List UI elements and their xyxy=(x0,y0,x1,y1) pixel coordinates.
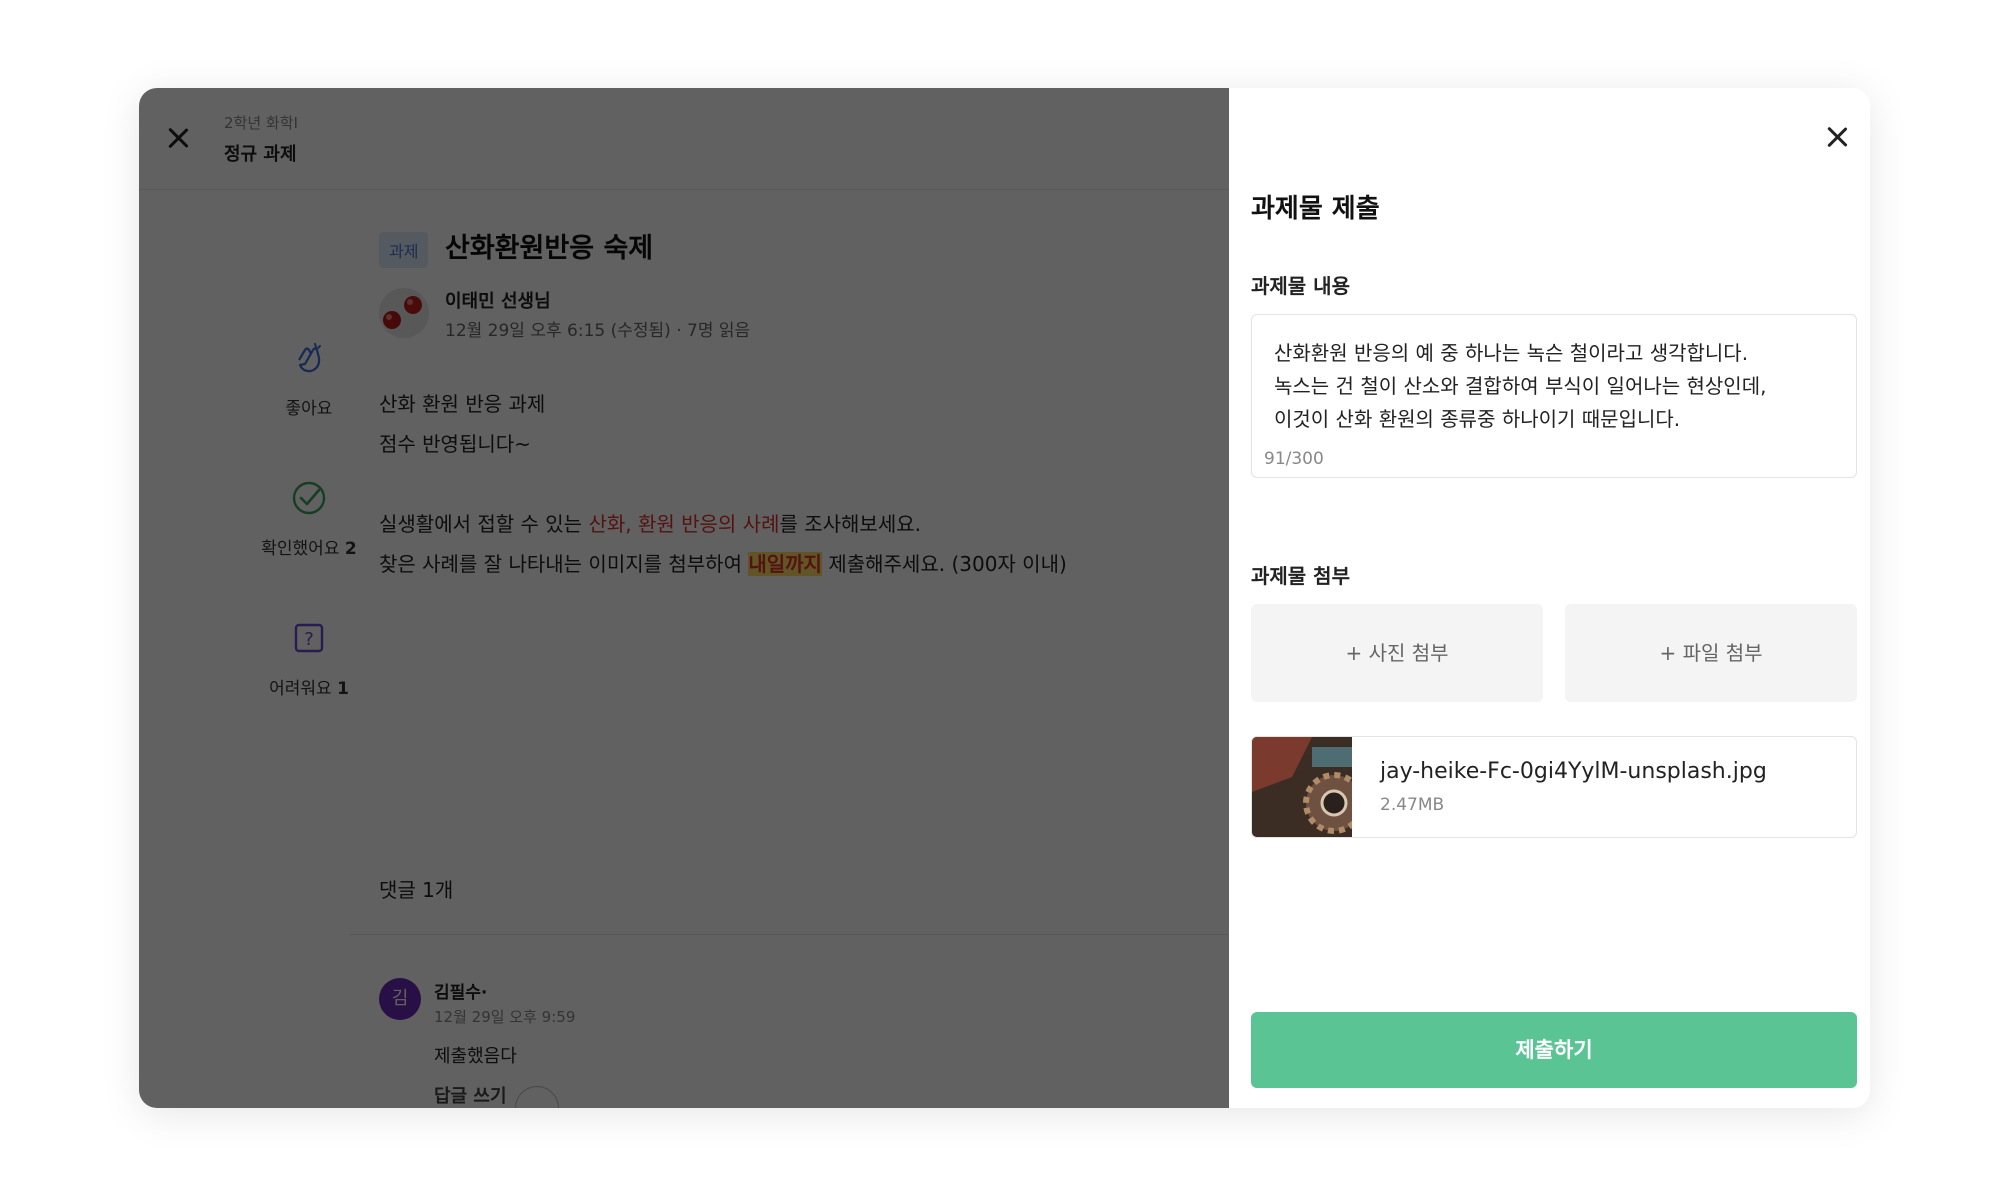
difficult-reaction[interactable]: ? 어려워요 1 xyxy=(219,618,399,699)
post-meta: 12월 29일 오후 6:15 (수정됨) · 7명 읽음 xyxy=(445,321,751,341)
top-bar: 2학년 화학I 정규 과제 xyxy=(139,88,1229,190)
emphasis-text: 산화, 환원 반응의 사례 xyxy=(588,512,780,536)
gear-icon xyxy=(1252,737,1352,837)
clap-hands-icon xyxy=(298,343,321,373)
molecule-icon xyxy=(379,288,429,338)
question-box-icon: ? xyxy=(294,623,324,653)
comment-time: 12월 29일 오후 9:59 xyxy=(434,1008,576,1026)
confirm-label: 확인했어요 xyxy=(261,539,340,559)
confirm-reaction[interactable]: 확인했어요 2 xyxy=(219,478,399,559)
post-title: 산화환원반응 숙제 xyxy=(445,233,654,264)
file-thumbnail xyxy=(1252,737,1352,837)
file-name: jay-heike-Fc-0gi4YylM-unsplash.jpg xyxy=(1380,759,1767,784)
avatar: 김 xyxy=(379,978,421,1020)
teacher-avatar xyxy=(379,288,429,338)
author-name: 이태민 선생님 xyxy=(445,291,551,312)
add-photo-button[interactable]: + 사진 첨부 xyxy=(1251,604,1543,702)
difficult-label: 어려워요 xyxy=(269,679,332,699)
attach-label: 과제물 첨부 xyxy=(1251,564,1350,588)
emoji-reaction-icon[interactable] xyxy=(515,1086,559,1108)
file-size: 2.47MB xyxy=(1380,795,1445,815)
submit-button[interactable]: 제출하기 xyxy=(1251,1012,1857,1088)
modal-overlay xyxy=(139,88,1229,1108)
body-line: 점수 반영됩니다~ xyxy=(379,432,531,456)
svg-text:?: ? xyxy=(304,629,314,650)
post-body: 산화 환원 반응 과제 점수 반영됩니다~ 실생활에서 접할 수 있는 산화, … xyxy=(379,384,1067,584)
reply-button[interactable]: 답글 쓰기 xyxy=(434,1082,507,1108)
body-line: 실생활에서 접할 수 있는 산화, 환원 반응의 사례를 조사해보세요. xyxy=(379,512,921,536)
highlight-text: 내일까지 xyxy=(748,552,822,576)
difficult-count: 1 xyxy=(337,679,349,699)
attached-file[interactable]: jay-heike-Fc-0gi4YylM-unsplash.jpg 2.47M… xyxy=(1251,736,1857,838)
page-title: 정규 과제 xyxy=(224,144,297,165)
commenter-name: 김필수· xyxy=(434,983,488,1003)
comments-count: 댓글 1개 xyxy=(379,878,454,902)
panel-title: 과제물 제출 xyxy=(1251,194,1380,224)
confirm-count: 2 xyxy=(344,539,357,559)
content-textarea[interactable]: 산화환원 반응의 예 중 하나는 녹슨 철이라고 생각합니다. 녹스는 건 철이… xyxy=(1251,314,1857,478)
class-name: 2학년 화학I xyxy=(224,114,298,132)
assignment-window: 2학년 화학I 정규 과제 좋아요 확인했어요 2 ? 어려워요 1 과제 산화… xyxy=(139,88,1870,1108)
assignment-tag: 과제 xyxy=(379,232,429,268)
close-icon[interactable] xyxy=(1824,124,1850,150)
char-count: 91/300 xyxy=(1264,449,1324,469)
submission-panel: 과제물 제출 과제물 내용 산화환원 반응의 예 중 하나는 녹슨 철이라고 생… xyxy=(1229,88,1870,1108)
like-label: 좋아요 xyxy=(285,399,333,419)
comment-text: 제출했음다 xyxy=(434,1046,517,1067)
body-line: 찾은 사례를 잘 나타내는 이미지를 첨부하여 내일까지 제출해주세요. (30… xyxy=(379,552,1067,576)
close-icon[interactable] xyxy=(165,125,191,151)
like-reaction[interactable]: 좋아요 xyxy=(219,338,399,419)
check-circle-icon xyxy=(292,481,326,515)
post-page: 2학년 화학I 정규 과제 좋아요 확인했어요 2 ? 어려워요 1 과제 산화… xyxy=(139,88,1229,1108)
content-text: 산화환원 반응의 예 중 하나는 녹슨 철이라고 생각합니다. 녹스는 건 철이… xyxy=(1274,341,1767,431)
add-file-button[interactable]: + 파일 첨부 xyxy=(1565,604,1857,702)
divider xyxy=(349,934,1229,935)
content-label: 과제물 내용 xyxy=(1251,274,1350,298)
body-line: 산화 환원 반응 과제 xyxy=(379,392,546,416)
